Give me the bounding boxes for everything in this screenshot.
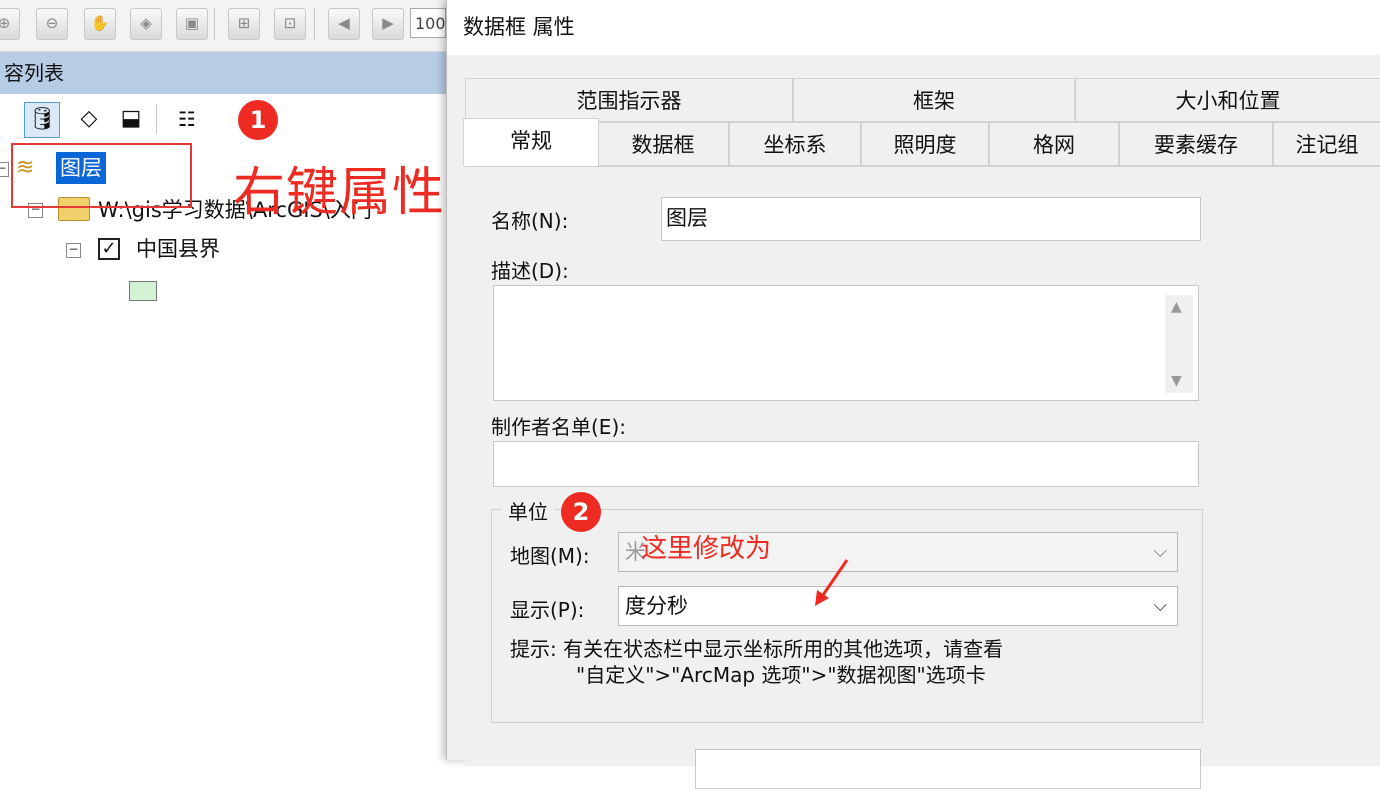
tab-coordinate-system[interactable]: 坐标系 xyxy=(729,122,861,166)
dialog-title: 数据框 属性 xyxy=(447,0,1380,55)
tab-feature-cache[interactable]: 要素缓存 xyxy=(1119,122,1273,166)
data-frame-properties-dialog: 数据框 属性 范围指示器 框架 大小和位置 数据框 坐标系 照明度 格网 要素缓… xyxy=(446,0,1380,789)
tab-frame[interactable]: 框架 xyxy=(793,78,1075,122)
tab-illumination[interactable]: 照明度 xyxy=(861,122,989,166)
zoom-out-center-icon[interactable]: ⊡ xyxy=(274,8,306,40)
zoom-in-center-icon[interactable]: ⊞ xyxy=(228,8,260,40)
red-arrow-icon xyxy=(815,559,849,606)
back-extent-icon[interactable]: ◀ xyxy=(328,8,360,40)
scroll-down-icon[interactable]: ▼ xyxy=(1171,373,1182,389)
toc-title: 容列表 xyxy=(0,52,446,94)
list-by-selection-icon[interactable]: ⬓ xyxy=(114,102,148,136)
pan-hand-icon[interactable]: ✋ xyxy=(84,8,116,40)
name-label: 名称(N): xyxy=(491,209,569,233)
list-by-visibility-icon[interactable]: ◇ xyxy=(72,102,106,136)
highlight-box xyxy=(11,143,192,208)
chevron-down-icon: ⌵ xyxy=(1153,541,1167,562)
scroll-up-icon[interactable]: ▲ xyxy=(1171,299,1182,315)
toc-toolbar: ⋮ 🛢 ◇ ⬓ ☷ xyxy=(0,94,446,144)
description-label: 描述(D): xyxy=(491,259,569,283)
collapse-icon[interactable]: − xyxy=(0,162,9,177)
zoom-out-fixed-icon[interactable]: ⊖ xyxy=(36,8,68,40)
list-by-source-icon[interactable]: 🛢 xyxy=(24,102,60,138)
layer-visibility-checkbox[interactable]: ✓ xyxy=(98,238,120,260)
display-units-label: 显示(P): xyxy=(510,598,585,622)
full-extent-icon[interactable]: ◈ xyxy=(130,8,162,40)
display-units-dropdown[interactable]: 度分秒 ⌵ xyxy=(618,586,1178,626)
description-textarea[interactable] xyxy=(493,285,1199,401)
tab-extent-indicators[interactable]: 范围指示器 xyxy=(465,78,793,122)
toolbar-separator xyxy=(214,8,215,40)
list-by-drawing-order-icon[interactable]: ⋮ xyxy=(0,102,6,136)
map-units-label: 地图(M): xyxy=(510,544,590,568)
forward-extent-icon[interactable]: ▶ xyxy=(372,8,404,40)
zoom-in-fixed-icon[interactable]: ⊕ xyxy=(0,8,20,40)
step-badge-1: 1 xyxy=(238,100,278,140)
chevron-down-icon: ⌵ xyxy=(1153,595,1167,616)
name-field[interactable]: 图层 xyxy=(661,197,1201,241)
map-scale-input[interactable]: 100 xyxy=(410,8,446,38)
tab-annotation-groups[interactable]: 注记组 xyxy=(1273,122,1380,166)
annotation-change-here: 这里修改为 xyxy=(641,534,772,564)
general-tab-page: 名称(N): 图层 描述(D): ▲ ▼ 制作者名单(E): 单位 地图(M):… xyxy=(465,166,1380,789)
tab-data-frame[interactable]: 数据框 xyxy=(597,122,729,166)
tab-size-and-position[interactable]: 大小和位置 xyxy=(1075,78,1380,122)
description-scrollbar[interactable]: ▲ ▼ xyxy=(1165,295,1193,393)
units-group-title: 单位 xyxy=(502,496,554,525)
step-badge-2: 2 xyxy=(561,492,601,532)
fixed-zoom-icon[interactable]: ▣ xyxy=(176,8,208,40)
tab-grids[interactable]: 格网 xyxy=(989,122,1119,166)
collapse-icon[interactable]: − xyxy=(66,243,81,258)
options-icon[interactable]: ☷ xyxy=(170,102,204,136)
table-of-contents-panel: ⊕ ⊖ ✋ ◈ ▣ ⊞ ⊡ ◀ ▶ 100 容列表 ⋮ 🛢 ◇ ⬓ ☷ − ≋ … xyxy=(0,0,446,760)
credits-field[interactable] xyxy=(493,441,1199,487)
layer-symbol-swatch[interactable] xyxy=(129,281,157,301)
credits-label: 制作者名单(E): xyxy=(491,415,626,439)
display-units-value: 度分秒 xyxy=(625,594,688,618)
units-group: 单位 地图(M): 米 ⌵ 显示(P): 度分秒 ⌵ 提示: 有关在状态栏中显示… xyxy=(491,496,1203,723)
tab-general[interactable]: 常规 xyxy=(463,118,599,166)
hint-line-1: 提示: 有关在状态栏中显示坐标所用的其他选项，请查看 xyxy=(510,637,1004,661)
toc-separator xyxy=(156,104,157,134)
toolbar-separator xyxy=(314,8,315,40)
map-toolbar: ⊕ ⊖ ✋ ◈ ▣ ⊞ ⊡ ◀ ▶ 100 xyxy=(0,0,446,52)
layer-name-label[interactable]: 中国县界 xyxy=(136,233,220,263)
hint-line-2: "自定义">"ArcMap 选项">"数据视图"选项卡 xyxy=(576,663,986,687)
cut-off-field[interactable] xyxy=(695,749,1201,789)
units-hint: 提示: 有关在状态栏中显示坐标所用的其他选项，请查看 "自定义">"ArcMap… xyxy=(510,636,1003,688)
annotation-right-click-properties: 右键属性 xyxy=(233,163,446,223)
